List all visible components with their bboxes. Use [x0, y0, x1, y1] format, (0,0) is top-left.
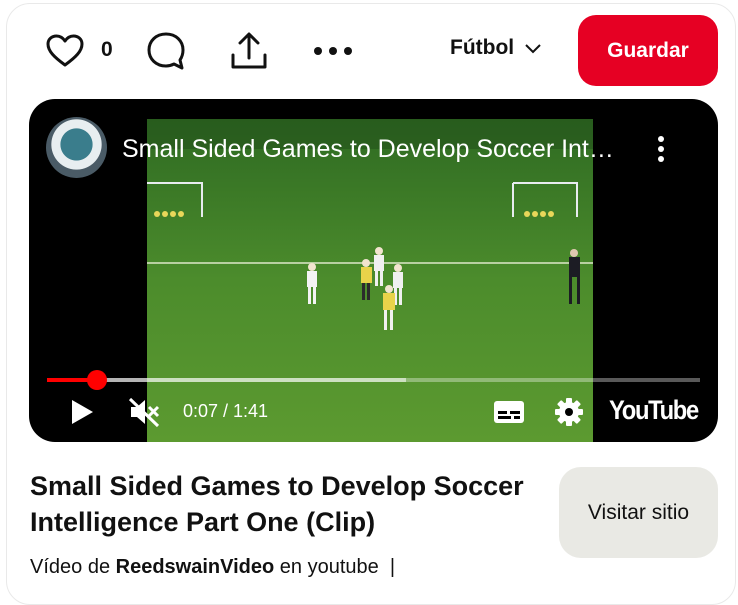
- settings-icon[interactable]: [553, 396, 585, 428]
- save-button[interactable]: Guardar: [578, 15, 718, 86]
- time-display: 0:07 / 1:41: [183, 401, 269, 421]
- heart-icon[interactable]: [45, 31, 85, 71]
- video-player[interactable]: Small Sided Games to Develop Soccer Inte…: [29, 99, 718, 442]
- more-icon[interactable]: [311, 40, 355, 62]
- pin-source: Vídeo de ReedswainVideo en youtube |: [30, 556, 395, 579]
- youtube-logo[interactable]: YouTube: [609, 395, 699, 426]
- chevron-down-icon: [524, 36, 542, 60]
- share-icon[interactable]: [228, 30, 270, 72]
- menu-dots-icon[interactable]: [651, 135, 671, 165]
- channel-avatar[interactable]: [46, 117, 107, 178]
- captions-icon[interactable]: [492, 397, 526, 427]
- visit-site-button[interactable]: Visitar sitio: [559, 467, 718, 558]
- source-suffix: en youtube: [279, 556, 379, 578]
- video-frame: [147, 119, 593, 442]
- board-name: Fútbol: [450, 36, 515, 59]
- pin-title: Small Sided Games to Develop Soccer Inte…: [30, 471, 524, 537]
- pin-toolbar: 0 Fútbol Guardar: [0, 0, 738, 100]
- like-count: 0: [101, 38, 113, 61]
- source-prefix: Vídeo de: [30, 556, 111, 578]
- progress-handle[interactable]: [87, 370, 108, 390]
- play-icon[interactable]: [67, 397, 97, 427]
- progress-bar[interactable]: [47, 370, 700, 390]
- source-separator: |: [389, 556, 396, 578]
- video-title[interactable]: Small Sided Games to Develop Soccer Inte…: [122, 135, 627, 164]
- source-author[interactable]: ReedswainVideo: [116, 556, 275, 578]
- mute-icon[interactable]: [126, 395, 162, 429]
- comment-icon[interactable]: [145, 30, 187, 72]
- board-select[interactable]: Fútbol: [450, 36, 542, 60]
